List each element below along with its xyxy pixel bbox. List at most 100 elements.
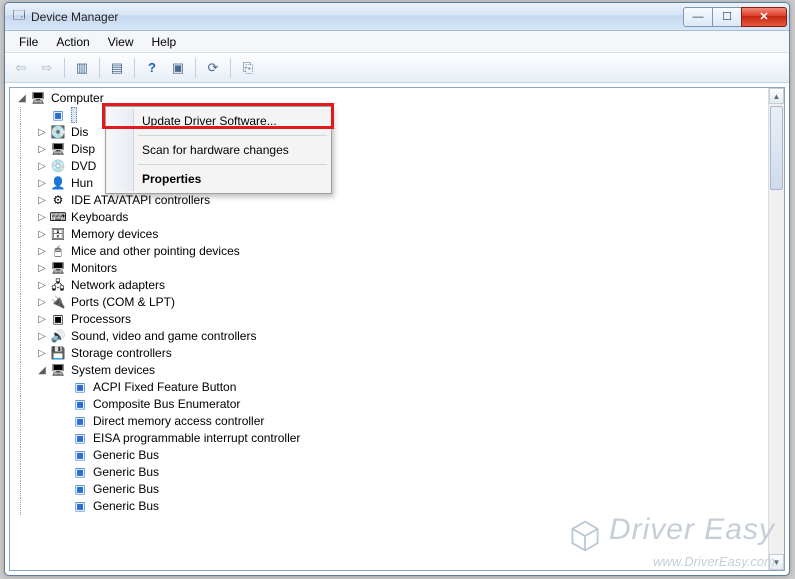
- expander-icon[interactable]: ▷: [34, 125, 50, 141]
- tree-node-label: Direct memory access controller: [91, 413, 266, 430]
- tree-category[interactable]: ▷💾Storage controllers: [12, 345, 768, 362]
- ctx-scan-hardware[interactable]: Scan for hardware changes: [108, 138, 329, 162]
- tree-category[interactable]: ▷⚙IDE ATA/ATAPI controllers: [12, 192, 768, 209]
- tree-device[interactable]: ▣Generic Bus: [12, 447, 768, 464]
- toolbar-icon: ▣: [172, 60, 184, 76]
- toolbar-separator: [195, 58, 196, 78]
- expander-icon[interactable]: ▷: [34, 312, 50, 328]
- menu-action[interactable]: Action: [48, 33, 97, 51]
- tree-category[interactable]: ▷🗄Memory devices: [12, 226, 768, 243]
- expander-icon[interactable]: ▷: [34, 244, 50, 260]
- tree-node-label: ACPI Fixed Feature Button: [91, 379, 238, 396]
- expander-icon[interactable]: ▷: [34, 329, 50, 345]
- minimize-button[interactable]: —: [683, 7, 713, 27]
- tree-node-label: Composite Bus Enumerator: [91, 396, 242, 413]
- title-bar[interactable]: 🗔 Device Manager — ☐ ✕: [5, 3, 789, 31]
- expander-icon[interactable]: [56, 414, 72, 430]
- expander-icon[interactable]: ◢: [14, 91, 30, 107]
- tree-device[interactable]: ▣Direct memory access controller: [12, 413, 768, 430]
- expander-icon[interactable]: [56, 431, 72, 447]
- close-button[interactable]: ✕: [741, 7, 787, 27]
- tree-node-label: Storage controllers: [69, 345, 174, 362]
- toolbar-forward-button[interactable]: ⇨: [35, 56, 59, 80]
- tree-node-label: Memory devices: [69, 226, 160, 243]
- tree-device[interactable]: ▣Composite Bus Enumerator: [12, 396, 768, 413]
- tree-root-computer[interactable]: ◢🖥Computer: [12, 90, 768, 107]
- device-icon: 🗄: [50, 227, 66, 243]
- maximize-button[interactable]: ☐: [712, 7, 742, 27]
- expander-icon[interactable]: [34, 108, 50, 124]
- expander-icon[interactable]: ▷: [34, 210, 50, 226]
- device-icon: ▣: [72, 431, 88, 447]
- toolbar-button-4[interactable]: ▣: [166, 56, 190, 80]
- menu-file[interactable]: File: [11, 33, 46, 51]
- tree-category[interactable]: ▷🔌Ports (COM & LPT): [12, 294, 768, 311]
- expander-icon[interactable]: ◢: [34, 363, 50, 379]
- help-icon: ?: [148, 60, 156, 75]
- device-icon: ⚙: [50, 193, 66, 209]
- tree-device[interactable]: ▣ACPI Fixed Feature Button: [12, 379, 768, 396]
- device-icon: 💿: [50, 159, 66, 175]
- tree-device[interactable]: ▣EISA programmable interrupt controller: [12, 430, 768, 447]
- device-icon: 🖱: [50, 244, 66, 260]
- expander-icon[interactable]: [56, 499, 72, 515]
- tree-device[interactable]: ▣Generic Bus: [12, 498, 768, 515]
- device-icon: ▣: [72, 397, 88, 413]
- vertical-scrollbar[interactable]: ▲ ▼: [768, 88, 784, 570]
- expander-icon[interactable]: ▷: [34, 142, 50, 158]
- tree-node-label: Monitors: [69, 260, 119, 277]
- toolbar-scan-button[interactable]: ⟳: [201, 56, 225, 80]
- toolbar-help-button[interactable]: ?: [140, 56, 164, 80]
- expander-icon[interactable]: [56, 397, 72, 413]
- app-icon: 🗔: [11, 9, 27, 25]
- expander-icon[interactable]: ▷: [34, 227, 50, 243]
- window-title: Device Manager: [31, 10, 684, 24]
- device-icon: 🔊: [50, 329, 66, 345]
- arrow-left-icon: ⇦: [16, 60, 27, 76]
- expander-icon[interactable]: ▷: [34, 159, 50, 175]
- tree-category[interactable]: ▷🖥Monitors: [12, 260, 768, 277]
- expander-icon[interactable]: [56, 482, 72, 498]
- menu-bar: File Action View Help: [5, 31, 789, 53]
- expander-icon[interactable]: [56, 380, 72, 396]
- device-icon: 🖥: [50, 261, 66, 277]
- scroll-up-button[interactable]: ▲: [769, 88, 784, 104]
- tree-category[interactable]: ▷⌨Keyboards: [12, 209, 768, 226]
- tree-category[interactable]: ▷🔊Sound, video and game controllers: [12, 328, 768, 345]
- expander-icon[interactable]: ▷: [34, 295, 50, 311]
- scroll-down-button[interactable]: ▼: [769, 554, 784, 570]
- scroll-thumb[interactable]: [770, 106, 783, 190]
- tree-category[interactable]: ▷▣Processors: [12, 311, 768, 328]
- expander-icon[interactable]: ▷: [34, 176, 50, 192]
- device-icon: ▣: [50, 108, 66, 124]
- ctx-update-driver[interactable]: Update Driver Software...: [108, 109, 329, 133]
- expander-icon[interactable]: ▷: [34, 278, 50, 294]
- tree-category[interactable]: ▷🖧Network adapters: [12, 277, 768, 294]
- toolbar-button-2[interactable]: ▤: [105, 56, 129, 80]
- tree-node-label: Mice and other pointing devices: [69, 243, 242, 260]
- device-icon: 🔌: [50, 295, 66, 311]
- tree-node-label: Generic Bus: [91, 464, 161, 481]
- toolbar-button-6[interactable]: ⎘: [236, 56, 260, 80]
- ctx-properties[interactable]: Properties: [108, 167, 329, 191]
- expander-icon[interactable]: [56, 448, 72, 464]
- tree-node-label: Generic Bus: [91, 498, 161, 515]
- device-icon: ▣: [72, 380, 88, 396]
- expander-icon[interactable]: [56, 465, 72, 481]
- device-icon: ▣: [72, 499, 88, 515]
- tree-node-label: Sound, video and game controllers: [69, 328, 258, 345]
- toolbar-button-1[interactable]: ▥: [70, 56, 94, 80]
- expander-icon[interactable]: ▷: [34, 193, 50, 209]
- tree-device[interactable]: ▣Generic Bus: [12, 464, 768, 481]
- menu-help[interactable]: Help: [144, 33, 185, 51]
- device-icon: 🖥: [30, 91, 46, 107]
- device-icon: 👤: [50, 176, 66, 192]
- device-icon: ▣: [72, 465, 88, 481]
- tree-device[interactable]: ▣Generic Bus: [12, 481, 768, 498]
- expander-icon[interactable]: ▷: [34, 346, 50, 362]
- toolbar-back-button[interactable]: ⇦: [9, 56, 33, 80]
- menu-view[interactable]: View: [100, 33, 142, 51]
- tree-category[interactable]: ◢🖥System devices: [12, 362, 768, 379]
- expander-icon[interactable]: ▷: [34, 261, 50, 277]
- tree-category[interactable]: ▷🖱Mice and other pointing devices: [12, 243, 768, 260]
